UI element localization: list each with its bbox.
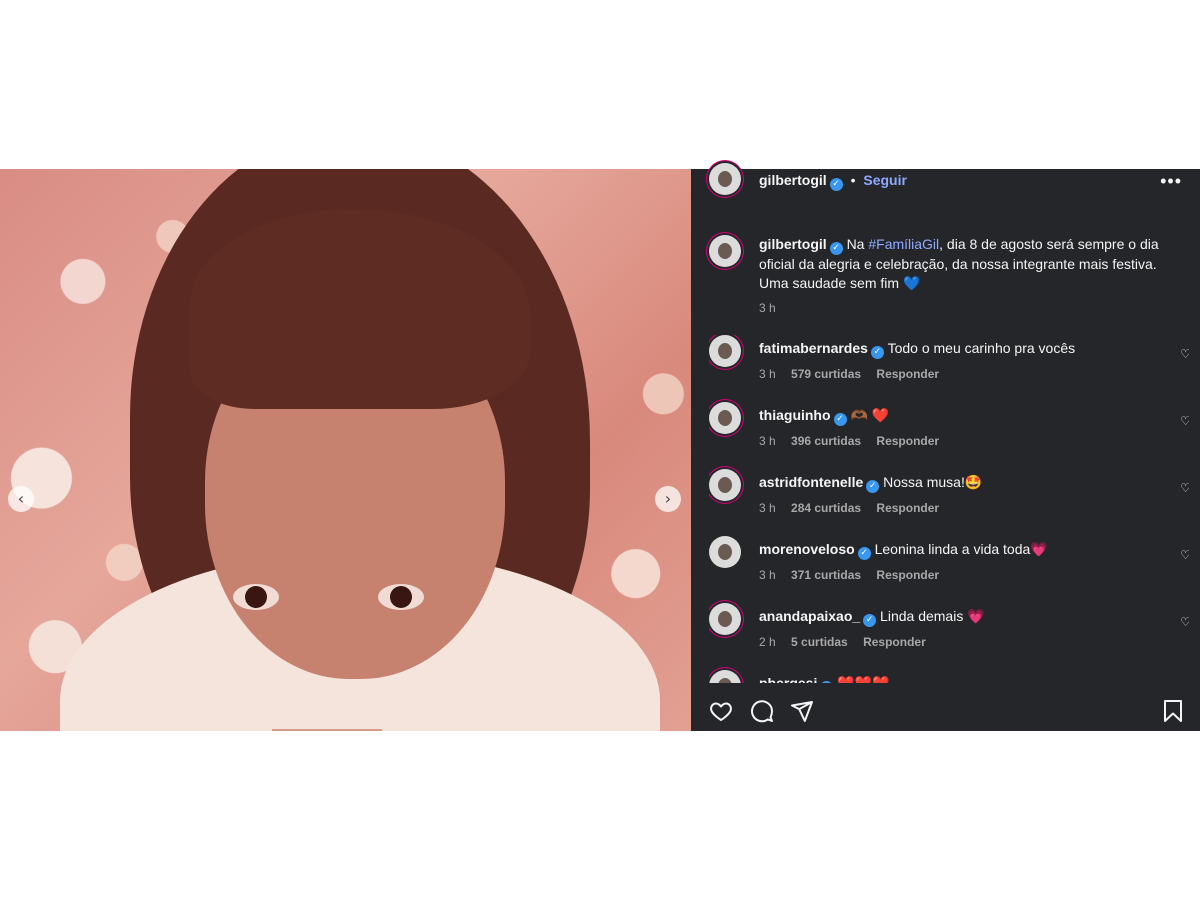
author-line: gilbertogil ✓ • Seguir	[759, 172, 907, 191]
comment-body: fatimabernardes ✓ Todo o meu carinho pra …	[759, 340, 1169, 381]
reply-button[interactable]: Responder	[876, 568, 939, 582]
caption-author-username[interactable]: gilbertogil	[759, 236, 827, 252]
verified-icon: ✓	[870, 346, 884, 359]
photo-mouth	[272, 729, 382, 731]
comment-item: astridfontenelle ✓ Nossa musa!🤩 3 h 284 c…	[709, 469, 1189, 536]
carousel-next-button[interactable]: ›	[655, 486, 681, 512]
caption-text: gilbertogil ✓ Na #FamíliaGil, dia 8 de ag…	[759, 235, 1189, 318]
comment-body: pbergesi✓ ❤️❤️❤️	[759, 675, 1169, 683]
comment-meta: 3 h 284 curtidas Responder	[759, 501, 1169, 515]
comment-like-icon[interactable]: ♡	[1180, 481, 1189, 495]
commenter-avatar[interactable]	[709, 670, 741, 683]
commenter-username[interactable]: pbergesi	[759, 675, 817, 683]
post-caption: gilbertogil ✓ Na #FamíliaGil, dia 8 de ag…	[709, 235, 1189, 318]
comment-meta: 3 h 579 curtidas Responder	[759, 367, 1169, 381]
reply-button[interactable]: Responder	[876, 501, 939, 515]
comment-likes[interactable]: 5 curtidas	[791, 635, 848, 649]
comment-likes[interactable]: 371 curtidas	[791, 568, 861, 582]
separator-dot: •	[850, 172, 856, 188]
more-options-icon[interactable]: •••	[1160, 171, 1182, 192]
comment-time[interactable]: 3 h	[759, 501, 776, 515]
author-avatar[interactable]	[709, 163, 741, 195]
comment-meta: 3 h 371 curtidas Responder	[759, 568, 1169, 582]
reply-button[interactable]: Responder	[863, 635, 926, 649]
commenter-username[interactable]: fatimabernardes	[759, 340, 868, 356]
comment-likes[interactable]: 579 curtidas	[791, 367, 861, 381]
caption-prefix: Na	[846, 236, 869, 252]
verified-icon: ✓	[857, 547, 871, 560]
carousel-prev-button[interactable]: ‹	[8, 486, 34, 512]
comment-text: Leonina linda a vida toda💗	[874, 541, 1048, 557]
follow-button[interactable]: Seguir	[863, 172, 907, 188]
comment-item: anandapaixao_ ✓ Linda demais 💗 2 h 5 curt…	[709, 603, 1189, 670]
comment-meta: 3 h 396 curtidas Responder	[759, 434, 1169, 448]
comment-body: thiaguinho ✓ 🫶🏾 ❤️ 3 h 396 curtidas Respo…	[759, 407, 1169, 448]
comment-time[interactable]: 3 h	[759, 434, 776, 448]
comments-list: fatimabernardes ✓ Todo o meu carinho pra …	[709, 335, 1189, 683]
photo-eye-right	[378, 584, 424, 610]
reply-button[interactable]: Responder	[876, 434, 939, 448]
post-side-panel: gilbertogil ✓ • Seguir ••• gilbertogil ✓ N…	[691, 163, 1200, 731]
bookmark-icon[interactable]	[1161, 699, 1185, 723]
verified-icon: ✓	[866, 480, 880, 493]
commenter-username[interactable]: astridfontenelle	[759, 474, 863, 490]
commenter-avatar[interactable]	[709, 603, 741, 635]
caption-meta: 3 h	[759, 299, 1189, 318]
post-header: gilbertogil ✓ • Seguir •••	[691, 163, 1200, 197]
verified-icon: ✓	[863, 614, 877, 627]
comment-item: thiaguinho ✓ 🫶🏾 ❤️ 3 h 396 curtidas Respo…	[709, 402, 1189, 469]
author-username[interactable]: gilbertogil	[759, 172, 827, 188]
post-dialog: ‹ › gilbertogil ✓ • Seguir ••• gilbertogi…	[0, 163, 1200, 731]
comment-text: Todo o meu carinho pra vocês	[887, 340, 1076, 356]
comment-like-icon[interactable]: ♡	[1180, 414, 1189, 428]
commenter-avatar[interactable]	[709, 402, 741, 434]
comment-item: pbergesi✓ ❤️❤️❤️	[709, 670, 1189, 683]
caption-hashtag[interactable]: #FamíliaGil	[868, 236, 939, 252]
comment-like-icon[interactable]: ♡	[1180, 548, 1189, 562]
reply-button[interactable]: Responder	[876, 367, 939, 381]
comment-item: morenoveloso ✓ Leonina linda a vida toda💗…	[709, 536, 1189, 603]
commenter-username[interactable]: thiaguinho	[759, 407, 831, 423]
caption-time[interactable]: 3 h	[759, 301, 776, 315]
comment-time[interactable]: 3 h	[759, 367, 776, 381]
verified-icon: ✓	[833, 413, 847, 426]
comment-likes[interactable]: 284 curtidas	[791, 501, 861, 515]
comment-text: Nossa musa!🤩	[883, 474, 983, 490]
heart-icon[interactable]	[708, 699, 734, 723]
photo-eye-left	[233, 584, 279, 610]
comment-meta: 2 h 5 curtidas Responder	[759, 635, 1169, 649]
comment-likes[interactable]: 396 curtidas	[791, 434, 861, 448]
comment-body: astridfontenelle ✓ Nossa musa!🤩 3 h 284 c…	[759, 474, 1169, 515]
caption-author-avatar[interactable]	[709, 235, 741, 267]
commenter-avatar[interactable]	[709, 536, 741, 568]
comment-text: Linda demais 💗	[880, 608, 985, 624]
comment-body: morenoveloso ✓ Leonina linda a vida toda💗…	[759, 541, 1169, 582]
comment-time[interactable]: 3 h	[759, 568, 776, 582]
verified-icon: ✓	[829, 178, 843, 191]
commenter-avatar[interactable]	[709, 335, 741, 367]
commenter-avatar[interactable]	[709, 469, 741, 501]
comment-like-icon[interactable]: ♡	[1180, 615, 1189, 629]
post-photo: ‹ ›	[0, 169, 691, 731]
verified-icon: ✓	[820, 681, 834, 683]
comment-body: anandapaixao_ ✓ Linda demais 💗 2 h 5 curt…	[759, 608, 1169, 649]
verified-icon: ✓	[829, 242, 843, 255]
share-icon[interactable]	[789, 699, 815, 723]
commenter-username[interactable]: anandapaixao_	[759, 608, 860, 624]
caption-emoji: 💙	[902, 275, 921, 291]
comment-like-icon[interactable]: ♡	[1180, 347, 1189, 361]
comment-time[interactable]: 2 h	[759, 635, 776, 649]
comment-icon[interactable]	[749, 699, 775, 723]
post-actions-bar	[691, 699, 1200, 731]
commenter-username[interactable]: morenoveloso	[759, 541, 855, 557]
comment-text: ❤️❤️❤️	[837, 675, 890, 683]
comment-item: fatimabernardes ✓ Todo o meu carinho pra …	[709, 335, 1189, 402]
comment-text: 🫶🏾 ❤️	[850, 407, 890, 423]
